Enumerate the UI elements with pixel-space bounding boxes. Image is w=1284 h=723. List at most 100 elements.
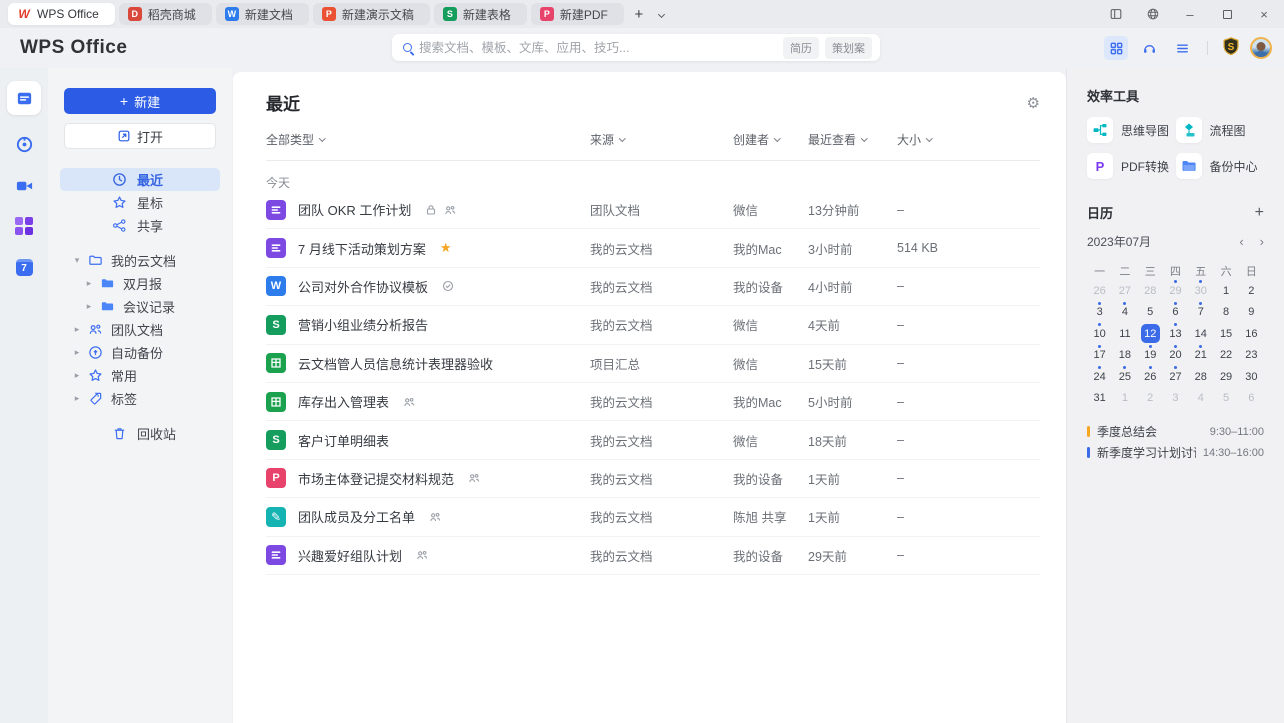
tool-backup-center[interactable]: 备份中心 [1175,153,1265,179]
sidebar-item-trash[interactable]: 回收站 [60,422,220,445]
calendar-day[interactable]: 27 [1112,280,1137,302]
calendar-day-selected[interactable]: 12 [1138,323,1163,345]
caret-right-icon[interactable]: ▸ [84,278,94,289]
calendar-day[interactable]: 13 [1163,323,1188,345]
calendar-day[interactable]: 28 [1188,366,1213,388]
calendar-day[interactable]: 28 [1138,280,1163,302]
menu-icon[interactable] [1170,36,1194,60]
filter-source[interactable]: 来源 [590,131,733,148]
file-row[interactable]: 兴趣爱好组队计划 我的云文档 我的设备 29天前 – [266,537,1040,575]
calendar-day[interactable]: 5 [1138,302,1163,324]
calendar-day[interactable]: 16 [1239,323,1264,345]
filter-last-viewed[interactable]: 最近查看 [808,131,897,148]
avatar[interactable] [1250,37,1272,59]
calendar-day[interactable]: 11 [1112,323,1137,345]
calendar-day[interactable]: 25 [1112,366,1137,388]
calendar-day[interactable]: 21 [1188,344,1213,367]
calendar-day[interactable]: 3 [1087,301,1112,324]
member-shield-icon[interactable]: S [1221,36,1241,61]
calendar-day[interactable]: 31 [1087,388,1112,410]
caret-right-icon[interactable]: ▸ [72,347,82,358]
rail-item-video[interactable] [12,173,36,197]
maximize-button[interactable] [1219,6,1235,22]
calendar-day[interactable]: 26 [1138,366,1163,388]
file-row[interactable]: 团队 OKR 工作计划 团队文档 微信 13分钟前 – [266,191,1040,230]
calendar-day[interactable]: 4 [1188,388,1213,410]
file-row[interactable]: W 公司对外合作协议模板 我的云文档 我的设备 4小时前 – [266,268,1040,307]
filter-creator[interactable]: 创建者 [733,131,808,148]
calendar-day[interactable]: 2 [1138,388,1163,410]
calendar-day[interactable]: 3 [1163,388,1188,410]
file-row[interactable]: 库存出入管理表 我的云文档 我的Mac 5小时前 – [266,383,1040,422]
tool-mindmap[interactable]: 思维导图 [1087,117,1176,143]
rail-item-apps[interactable] [12,214,36,238]
prev-month-button[interactable]: ‹ [1239,234,1243,249]
caret-right-icon[interactable]: ▸ [84,301,94,312]
file-row[interactable]: 云文档管人员信息统计表理器验收 项目汇总 微信 15天前 – [266,345,1040,383]
calendar-day[interactable]: 15 [1213,323,1238,345]
caret-right-icon[interactable]: ▸ [72,324,82,335]
calendar-day[interactable]: 18 [1112,345,1137,367]
tab-docer-mall[interactable]: D 稻壳商城 [118,3,212,25]
add-event-button[interactable]: + [1255,204,1264,222]
sidebar-item-starred[interactable]: 星标 [60,191,220,214]
caret-right-icon[interactable]: ▸ [72,393,82,404]
event-item[interactable]: 季度总结会 9:30–11:00 [1087,421,1264,442]
caret-right-icon[interactable]: ▸ [72,370,82,381]
sidebar-item-tags[interactable]: ▸ 标签 [48,387,232,410]
calendar-day[interactable]: 6 [1163,301,1188,324]
calendar-day[interactable]: 6 [1239,388,1264,410]
next-month-button[interactable]: › [1260,234,1264,249]
calendar-day[interactable]: 29 [1163,280,1188,302]
file-row[interactable]: S 营销小组业绩分析报告 我的云文档 微信 4天前 – [266,306,1040,345]
calendar-day[interactable]: 26 [1087,280,1112,302]
close-button[interactable]: × [1256,6,1272,22]
new-tab-button[interactable]: + [628,3,650,25]
caret-down-icon[interactable]: ▾ [72,255,82,266]
file-row[interactable]: S 客户订单明细表 我的云文档 微信 18天前 – [266,421,1040,460]
calendar-day[interactable]: 2 [1239,280,1264,302]
tool-pdf-convert[interactable]: P PDF转换 [1087,153,1176,179]
calendar-day[interactable]: 29 [1213,366,1238,388]
calendar-day[interactable]: 23 [1239,345,1264,367]
rail-item-docs[interactable] [7,81,41,115]
calendar-day[interactable]: 14 [1188,323,1213,345]
globe-icon[interactable] [1145,6,1161,22]
calendar-day[interactable]: 10 [1087,323,1112,345]
search-tag-resume[interactable]: 简历 [783,36,819,59]
sidebar-item-auto-backup[interactable]: ▸ 自动备份 [48,341,232,364]
calendar-day[interactable]: 1 [1112,388,1137,410]
file-row[interactable]: ✎ 团队成员及分工名单 我的云文档 陈旭 共享 1天前 – [266,498,1040,537]
sidebar-toggle-icon[interactable] [1108,6,1124,22]
tab-new-pdf[interactable]: P 新建PDF [530,3,624,25]
tab-list-dropdown[interactable] [654,3,670,25]
sidebar-item-recent[interactable]: 最近 [60,168,220,191]
file-row[interactable]: P 市场主体登记提交材料规范 我的云文档 我的设备 1天前 – [266,460,1040,499]
sidebar-item-my-cloud-docs[interactable]: ▾ 我的云文档 [48,249,232,272]
tab-new-presentation[interactable]: P 新建演示文稿 [312,3,430,25]
open-button[interactable]: 打开 [64,123,216,149]
gear-icon[interactable]: ⚙ [1027,94,1040,112]
sidebar-item-shared[interactable]: 共享 [60,214,220,237]
calendar-day[interactable]: 30 [1188,280,1213,302]
search-tag-proposal[interactable]: 策划案 [825,36,872,59]
tab-new-spreadsheet[interactable]: S 新建表格 [433,3,527,25]
calendar-day[interactable]: 22 [1213,345,1238,367]
support-headset-icon[interactable] [1137,36,1161,60]
search-bar[interactable]: 简历 策划案 [392,34,880,61]
calendar-day[interactable]: 8 [1213,302,1238,324]
tab-wps-office[interactable]: W WPS Office [8,3,115,25]
rail-item-calendar[interactable]: 7 [12,255,36,279]
tab-new-document[interactable]: W 新建文档 [215,3,309,25]
minimize-button[interactable]: – [1182,6,1198,22]
calendar-day[interactable]: 17 [1087,344,1112,367]
calendar-day[interactable]: 27 [1163,366,1188,388]
search-input[interactable] [419,40,777,55]
sidebar-item-meeting-notes[interactable]: ▸ 会议记录 [48,295,232,318]
file-row[interactable]: 7 月线下活动策划方案 ★ 我的云文档 我的Mac 3小时前 514 KB [266,229,1040,268]
apps-grid-icon[interactable] [1104,36,1128,60]
calendar-day[interactable]: 9 [1239,302,1264,324]
calendar-day[interactable]: 20 [1163,344,1188,367]
new-button[interactable]: + 新建 [64,88,216,114]
calendar-day[interactable]: 19 [1138,344,1163,367]
